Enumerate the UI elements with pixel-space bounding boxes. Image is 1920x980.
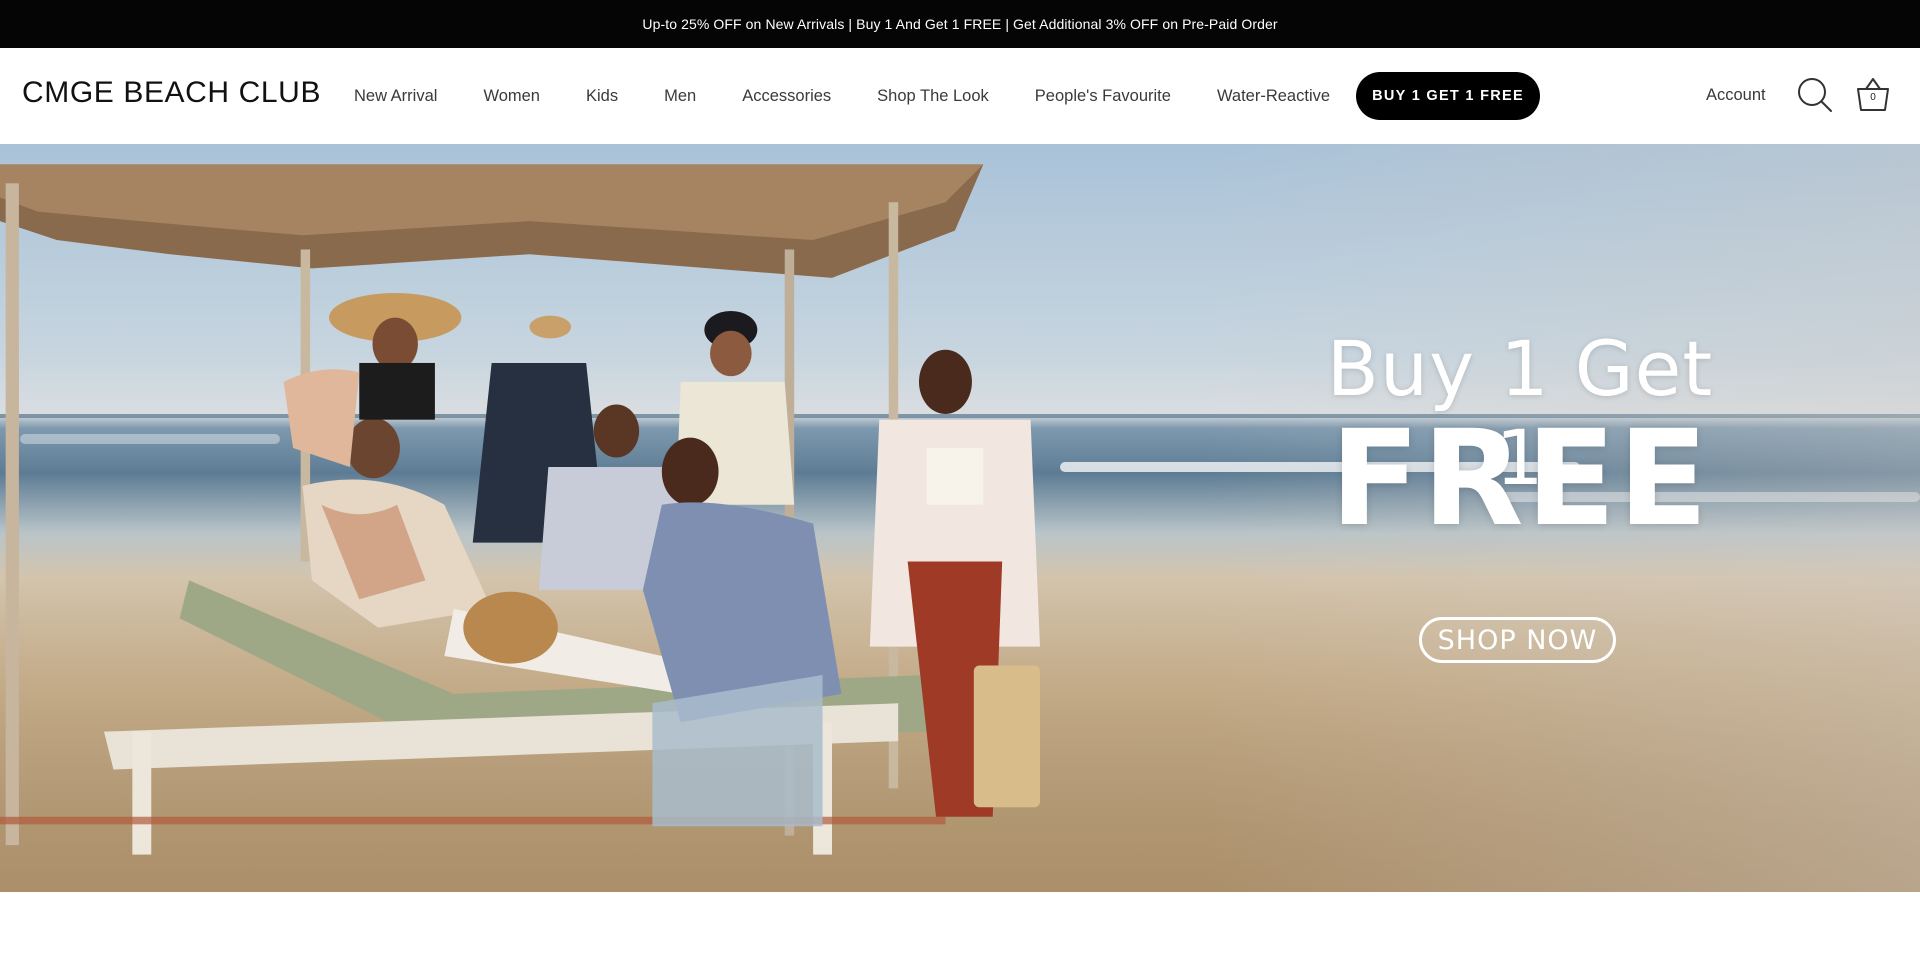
search-icon[interactable] <box>1796 76 1834 114</box>
basket-icon[interactable]: 0 <box>1853 74 1893 114</box>
nav-item-new-arrival[interactable]: New Arrival <box>354 87 437 106</box>
nav-item-peoples-favourite[interactable]: People's Favourite <box>1035 87 1171 106</box>
nav-item-men[interactable]: Men <box>664 87 696 106</box>
buy-1-get-1-free-button[interactable]: BUY 1 GET 1 FREE <box>1356 72 1541 120</box>
nav-item-shop-the-look[interactable]: Shop The Look <box>877 87 989 106</box>
site-logo[interactable]: CMGE BEACH CLUB <box>22 76 321 110</box>
hero-banner[interactable]: Buy 1 Get 1 FREE SHOP NOW <box>0 144 1920 892</box>
announcement-text: Up-to 25% OFF on New Arrivals | Buy 1 An… <box>642 16 1278 32</box>
hero-headline-free: FREE <box>1329 402 1711 556</box>
shop-now-button[interactable]: SHOP NOW <box>1419 617 1616 663</box>
beach-scene-illustration <box>0 164 1040 855</box>
nav-item-water-reactive[interactable]: Water-Reactive <box>1217 87 1330 106</box>
cart-count-badge: 0 <box>1870 92 1876 103</box>
nav-item-kids[interactable]: Kids <box>586 87 618 106</box>
main-nav: New Arrival Women Kids Men Accessories S… <box>354 48 1541 144</box>
announcement-bar: Up-to 25% OFF on New Arrivals | Buy 1 An… <box>0 0 1920 48</box>
account-link[interactable]: Account <box>1706 86 1766 105</box>
nav-item-women[interactable]: Women <box>483 87 540 106</box>
site-header: CMGE BEACH CLUB New Arrival Women Kids M… <box>0 48 1920 144</box>
nav-item-accessories[interactable]: Accessories <box>742 87 831 106</box>
